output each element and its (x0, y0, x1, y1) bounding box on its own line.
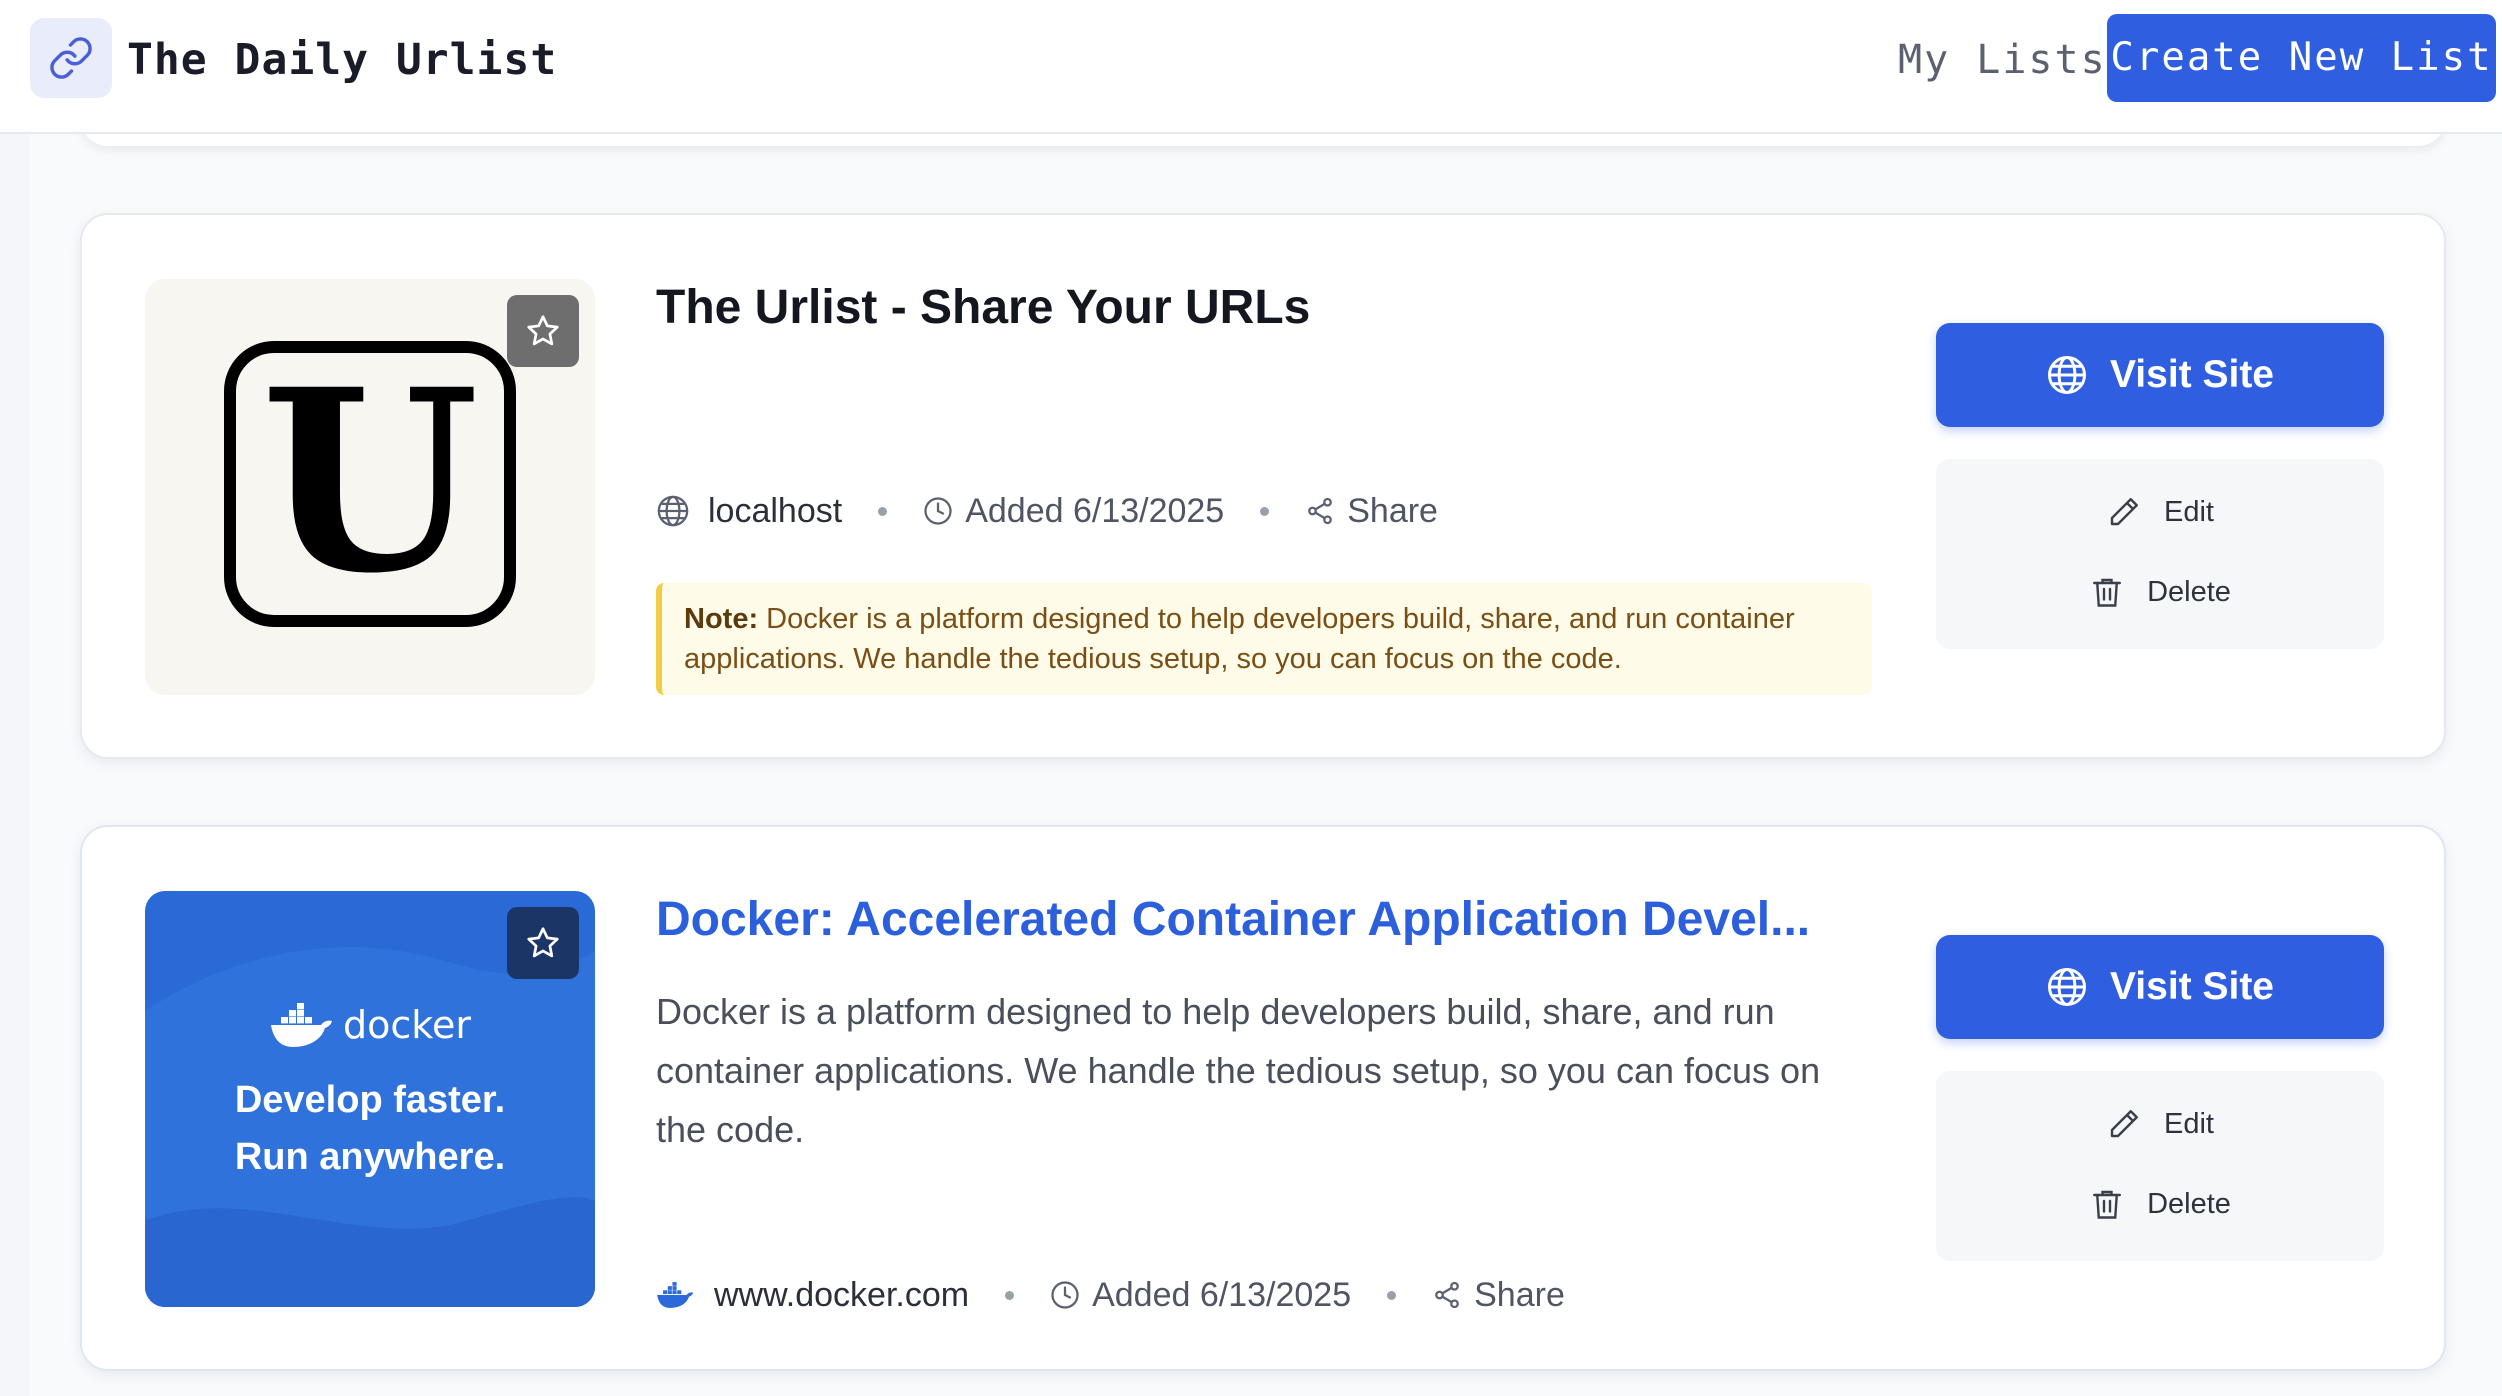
visit-site-button[interactable]: Visit Site (1936, 935, 2384, 1039)
clock-icon (923, 496, 953, 526)
card-note: Note: Docker is a platform designed to h… (656, 583, 1872, 695)
create-new-list-button[interactable]: Create New List (2107, 14, 2496, 102)
separator-dot (1260, 506, 1270, 516)
card-thumbnail[interactable]: docker Develop faster. Run anywhere. (145, 891, 595, 1307)
globe-icon (2046, 354, 2088, 396)
visit-site-button[interactable]: Visit Site (1936, 323, 2384, 427)
share-link[interactable]: Share (1432, 1276, 1565, 1315)
nav-my-lists-link[interactable]: My Lists (1898, 30, 2107, 90)
favorite-button[interactable] (507, 295, 579, 367)
share-label: Share (1474, 1275, 1565, 1314)
app-title[interactable]: The Daily Urlist (127, 30, 557, 90)
edit-label: Edit (2164, 1107, 2214, 1140)
top-header: The Daily Urlist My Lists Create New Lis… (0, 0, 2502, 134)
card-actions: Edit Delete (1936, 1071, 2384, 1261)
pencil-icon (2106, 494, 2142, 530)
visit-site-label: Visit Site (2109, 965, 2275, 1008)
visit-site-label: Visit Site (2109, 353, 2275, 396)
clock-icon (1050, 1280, 1080, 1310)
url-card: U The Urlist - Share Your URLs localhost (80, 213, 2446, 759)
docker-brand: docker (145, 1001, 595, 1049)
globe-icon (2046, 966, 2088, 1008)
docker-slogan-line2: Run anywhere. (234, 1136, 506, 1178)
docker-brand-text: docker (343, 1003, 471, 1047)
note-label: Note: (684, 603, 759, 635)
star-icon (527, 315, 559, 346)
link-icon (50, 37, 92, 79)
trash-icon (2089, 574, 2125, 610)
app-logo[interactable] (30, 18, 112, 98)
share-link[interactable]: Share (1305, 492, 1438, 531)
card-title[interactable]: The Urlist - Share Your URLs (656, 275, 1856, 341)
pencil-icon (2106, 1106, 2142, 1142)
docker-whale-icon (656, 1280, 696, 1310)
delete-button[interactable]: Delete (1936, 562, 2384, 622)
card-description: Docker is a platform designed to help de… (656, 991, 1821, 1150)
note-text: Docker is a platform designed to help de… (684, 603, 1795, 675)
docker-whale-icon (271, 1003, 333, 1047)
url-card: docker Develop faster. Run anywhere. Doc… (80, 825, 2446, 1371)
meta-added: Added 6/13/2025 (923, 492, 1224, 531)
meta-host-text: localhost (708, 491, 843, 530)
edit-button[interactable]: Edit (1936, 482, 2384, 542)
card-meta: www.docker.com Added 6/13/2025 Share (656, 1265, 1565, 1325)
favorite-button[interactable] (507, 907, 579, 979)
globe-icon (656, 494, 690, 528)
separator-dot (1005, 1290, 1015, 1300)
meta-host-text: www.docker.com (714, 1275, 970, 1314)
meta-added-text: Added 6/13/2025 (1092, 1275, 1352, 1314)
meta-added-text: Added 6/13/2025 (965, 491, 1225, 530)
share-label: Share (1347, 491, 1438, 530)
delete-label: Delete (2147, 575, 2231, 608)
edit-button[interactable]: Edit (1936, 1094, 2384, 1154)
share-icon (1305, 496, 1335, 526)
card-thumbnail[interactable]: U (145, 279, 595, 695)
card-actions: Edit Delete (1936, 459, 2384, 649)
star-icon (527, 927, 559, 958)
separator-dot (878, 506, 888, 516)
separator-dot (1387, 1290, 1397, 1300)
trash-icon (2089, 1186, 2125, 1222)
card-title[interactable]: Docker: Accelerated Container Applicatio… (656, 887, 1856, 953)
meta-host: localhost (656, 492, 842, 531)
docker-slogan-line1: Develop faster. (234, 1079, 506, 1121)
card-meta: localhost Added 6/13/2025 Share (656, 481, 1438, 541)
delete-button[interactable]: Delete (1936, 1174, 2384, 1234)
meta-host: www.docker.com (656, 1276, 969, 1315)
share-icon (1432, 1280, 1462, 1310)
delete-label: Delete (2147, 1187, 2231, 1220)
svg-text:U: U (261, 334, 479, 628)
meta-added: Added 6/13/2025 (1050, 1276, 1351, 1315)
edit-label: Edit (2164, 495, 2214, 528)
